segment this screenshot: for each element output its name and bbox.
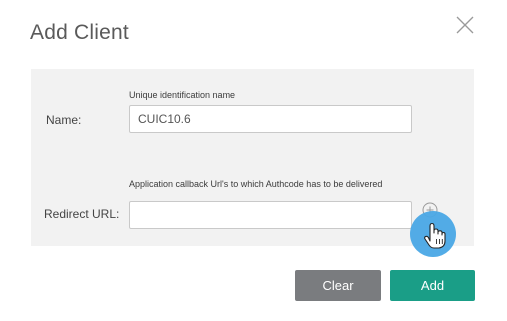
name-label: Name: <box>46 113 82 127</box>
add-button[interactable]: Add <box>390 270 475 301</box>
name-hint: Unique identification name <box>129 90 236 100</box>
name-input[interactable] <box>129 105 412 133</box>
redirect-url-label: Redirect URL: <box>44 207 120 221</box>
dialog-title: Add Client <box>30 21 129 44</box>
hand-cursor-icon <box>410 211 456 257</box>
redirect-url-input[interactable] <box>129 201 412 229</box>
clear-button[interactable]: Clear <box>295 270 381 301</box>
close-icon[interactable] <box>455 15 475 35</box>
redirect-url-hint: Application callback Url's to which Auth… <box>129 179 383 189</box>
form-panel: Unique identification name Name: Applica… <box>31 69 474 246</box>
add-client-dialog: Add Client Unique identification name Na… <box>0 0 507 321</box>
